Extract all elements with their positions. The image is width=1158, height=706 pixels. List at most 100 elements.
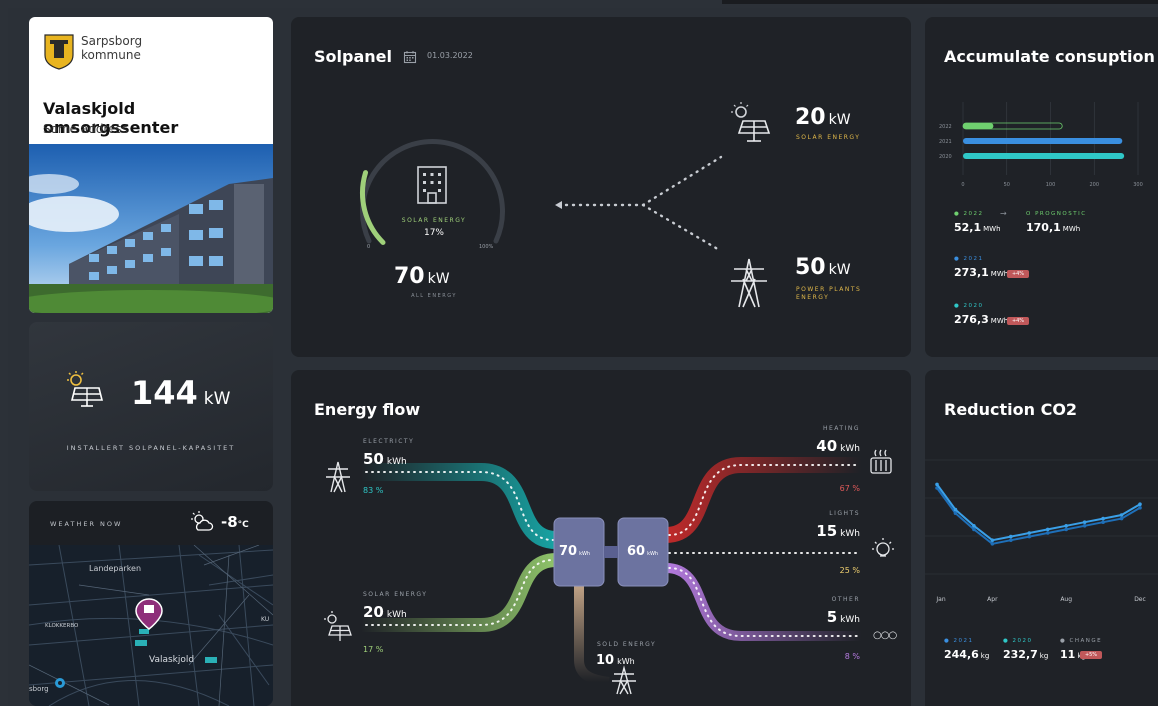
map-label-klokkerbo: KLOKKERBO <box>45 623 79 629</box>
red-series-line <box>936 487 1141 545</box>
red-point <box>1027 534 1032 539</box>
acc-xtick: 50 <box>1004 182 1010 188</box>
lights-value: 15 kWh <box>816 522 860 540</box>
acc-category-label: 2022 <box>939 124 952 130</box>
red-stat-tag: +5% <box>1080 651 1102 659</box>
reduction-title: Reduction CO2 <box>944 400 1078 419</box>
solar-flow-label: SOLAR ENERGY <box>363 591 428 598</box>
red-point <box>1138 502 1142 506</box>
red-series-line <box>936 483 1141 542</box>
acc-bar <box>963 138 1123 144</box>
gauge-label: SOLAR ENERGY <box>401 217 467 224</box>
acc-stat-tag: +4% <box>1007 317 1029 325</box>
temp-value: -8 <box>221 513 238 531</box>
acc-prognostic-value: 170,1 MWh <box>1026 221 1081 234</box>
reduction-chart: Jan Apr Aug Dec <box>925 459 1158 603</box>
place-address: Some address <box>43 122 128 136</box>
energy-flow-card: Energy flow ELECTRICTY 50 kWh 83 % SOLAR… <box>291 370 911 706</box>
heating-unit: kWh <box>840 444 860 454</box>
capacity-number: 144 <box>131 374 198 412</box>
heating-icon <box>870 449 892 474</box>
acc-xtick: 300 <box>1133 182 1143 188</box>
gauge-track <box>360 139 505 244</box>
solpanel-graphic <box>360 102 771 308</box>
hub-out-unit: kWh <box>647 551 659 557</box>
solar-energy-icon <box>324 611 352 641</box>
map-label-sborg: sborg <box>29 685 49 693</box>
red-point <box>972 524 976 528</box>
red-stat-value: 232,7 kg <box>1003 648 1049 661</box>
red-point <box>1101 516 1105 521</box>
municipality-crest-icon <box>44 34 74 70</box>
gauge-max: 100% <box>479 244 494 250</box>
acc-stat-value: 273,1 MWh <box>954 266 1009 279</box>
hub-out-number: 60 <box>627 544 646 559</box>
gauge-percent: 17% <box>423 228 444 238</box>
location-map[interactable]: Landeparken KLOKKERBO Valaskjold sborg K… <box>29 545 273 706</box>
lights-pct: 25 % <box>839 566 860 575</box>
solar-panel-sun-icon <box>67 371 103 407</box>
building-photo <box>29 144 273 313</box>
red-point <box>1009 538 1013 542</box>
red-point <box>990 542 995 546</box>
all-energy-number: 70 <box>394 264 425 289</box>
lights-number: 15 <box>816 522 838 540</box>
plants-value: 50 kW <box>795 255 851 280</box>
electricity-pct: 83 % <box>363 486 384 495</box>
municipality-line2: kommune <box>81 48 141 62</box>
top-bar <box>722 0 1158 4</box>
electricity-unit: kWh <box>386 457 407 467</box>
gauge-min: 0 <box>367 244 371 250</box>
plants-label-1: POWER PLANTS <box>796 286 862 293</box>
map-label-landeparken: Landeparken <box>89 564 141 573</box>
plants-label: POWER PLANTS ENERGY <box>796 286 861 302</box>
acc-category-label: 2020 <box>939 154 952 160</box>
acc-bar <box>963 123 994 129</box>
red-point <box>1082 520 1087 524</box>
lights-unit: kWh <box>840 529 860 539</box>
accumulate-card: Accumulate consuption 0 50 100 200 300 2022 20… <box>925 17 1158 357</box>
other-unit: kWh <box>840 615 860 625</box>
electricity-label: ELECTRICTY <box>363 438 415 445</box>
acc-stat-value: 276,3 MWh <box>954 313 1009 326</box>
heating-pct: 67 % <box>839 484 860 493</box>
plants-label-2: ENERGY <box>796 294 830 301</box>
red-point <box>1027 531 1032 535</box>
solar-panel-icon <box>731 102 771 142</box>
red-xtick: Apr <box>987 596 998 603</box>
reduction-card: Reduction CO2 Jan Apr Aug Dec ● 2021 244,6 kg… <box>925 370 1158 706</box>
accumulate-title: Accumulate consuption <box>944 47 1155 66</box>
red-xtick: Aug <box>1060 596 1072 603</box>
sold-tower-icon <box>612 665 636 695</box>
acc-prognostic-label: O PROGNOSTIC <box>1026 211 1087 217</box>
map-label-valaskjold: Valaskjold <box>149 655 194 665</box>
solar-label: SOLAR ENERGY <box>796 134 861 141</box>
municipality-name: Sarpsborg kommune <box>81 34 142 62</box>
red-point <box>1009 534 1013 539</box>
map-marker-icon <box>55 678 65 688</box>
red-point <box>972 527 976 532</box>
red-point <box>1064 524 1068 528</box>
solar-flow-value: 20 kWh <box>363 603 407 621</box>
map-label-ku: KU <box>261 616 269 623</box>
capacity-label: INSTALLERT SOLPANEL-KAPASITET <box>66 444 236 452</box>
location-card: Sarpsborg kommune Valaskjold omsorgssent… <box>29 17 273 313</box>
temp-unit: °C <box>237 520 249 530</box>
other-value: 5 kWh <box>827 608 860 626</box>
other-label: OTHER <box>831 596 860 603</box>
red-point <box>953 507 958 512</box>
acc-arrow-icon: → <box>1000 209 1007 218</box>
sold-unit: kWh <box>617 657 635 666</box>
electricity-number: 50 <box>363 450 384 468</box>
red-point <box>935 482 939 487</box>
lightbulb-icon <box>872 538 894 557</box>
plants-number: 50 <box>795 255 826 280</box>
dashboard: Sarpsborg kommune Valaskjold omsorgssent… <box>8 8 1158 706</box>
acc-xtick: 200 <box>1089 182 1099 188</box>
accumulate-chart: 0 50 100 200 300 2022 2021 2020 <box>939 102 1143 188</box>
hub-in-number: 70 <box>559 544 578 559</box>
red-xtick: Jan <box>935 596 945 603</box>
flow-dots <box>564 155 723 253</box>
all-energy-unit: kW <box>427 271 450 287</box>
red-stat-label: ● 2020 <box>1003 638 1033 644</box>
